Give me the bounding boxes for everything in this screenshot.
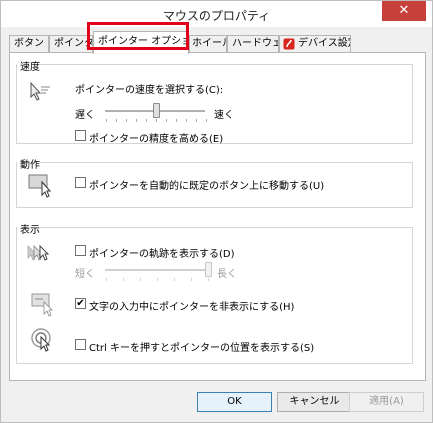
ctrl-location-checkbox[interactable]: [75, 339, 86, 350]
window-title: マウスのプロパティ: [162, 9, 271, 23]
slider-tick: [136, 119, 137, 122]
title-bar: マウスのプロパティ ✕: [1, 1, 432, 27]
slider-tick: [126, 119, 127, 122]
speed-slow-label: 遅く: [75, 110, 95, 121]
slider-tick: [208, 278, 209, 281]
apply-button[interactable]: 適用(A): [349, 392, 424, 412]
precision-checkbox[interactable]: [75, 130, 86, 141]
tab-hardware[interactable]: ハードウェア: [227, 35, 279, 53]
slider-tick: [106, 119, 107, 122]
tab-device-settings-label: デバイス設定: [298, 38, 350, 49]
slider-tick: [176, 119, 177, 122]
trails-long-label: 長く: [217, 269, 237, 280]
ctrl-location-label: Ctrl キーを押すとポインターの位置を表示する(S): [89, 343, 315, 354]
tab-strip: ボタン ポインター ポインター オプション ホイール ハードウェア デバイス設定: [9, 31, 427, 54]
speed-label: ポインターの速度を選択する(C):: [75, 85, 224, 96]
slider-tick: [116, 119, 117, 122]
pointer-speed-icon: [30, 81, 50, 101]
mouse-properties-window: マウスのプロパティ ✕ ボタン ポインター ポインター オプション ホイール ハ…: [0, 0, 433, 423]
trails-short-label: 短く: [75, 269, 95, 280]
slider-tick: [156, 119, 157, 122]
tab-pointer-options[interactable]: ポインター オプション: [93, 31, 189, 54]
snap-to-icon: [28, 174, 52, 198]
tab-pointers[interactable]: ポインター: [49, 35, 93, 53]
synaptics-icon: [283, 38, 295, 50]
slider-tick: [186, 119, 187, 122]
trails-slider-thumb[interactable]: [205, 262, 212, 277]
slider-tick: [123, 278, 124, 281]
trails-label: ポインターの軌跡を表示する(D): [89, 249, 235, 260]
slider-tick: [140, 278, 141, 281]
precision-label: ポインターの精度を高める(E): [89, 134, 224, 145]
show-location-icon: [31, 328, 51, 352]
snap-label: ポインターを自動的に既定のボタン上に移動する(U): [89, 181, 325, 192]
slider-tick: [157, 278, 158, 281]
slider-tick: [206, 119, 207, 122]
hide-pointer-icon: [31, 293, 53, 317]
slider-tick: [196, 119, 197, 122]
pointer-options-panel: 速度 ポインターの速度を選択する(C): 遅く 速く ポインターの精度を高める(…: [9, 52, 426, 381]
hide-while-typing-label: 文字の入力中にポインターを非表示にする(H): [89, 302, 295, 313]
hide-while-typing-checkbox[interactable]: ✔: [75, 298, 86, 309]
speed-slider-thumb[interactable]: [153, 103, 160, 118]
cancel-button[interactable]: キャンセル: [277, 392, 352, 412]
trails-slider-track: [105, 269, 207, 271]
slider-tick: [106, 278, 107, 281]
tab-wheel[interactable]: ホイール: [189, 35, 227, 53]
slider-tick: [174, 278, 175, 281]
tab-buttons[interactable]: ボタン: [9, 35, 49, 53]
slider-tick: [146, 119, 147, 122]
tab-device-settings[interactable]: デバイス設定: [279, 35, 351, 53]
close-button[interactable]: ✕: [382, 1, 426, 21]
pointer-trails-icon: [27, 244, 50, 261]
ok-button[interactable]: OK: [197, 392, 272, 412]
slider-tick: [191, 278, 192, 281]
trails-checkbox[interactable]: [75, 245, 86, 256]
slider-tick: [166, 119, 167, 122]
snap-checkbox[interactable]: [75, 177, 86, 188]
speed-fast-label: 速く: [214, 110, 234, 121]
